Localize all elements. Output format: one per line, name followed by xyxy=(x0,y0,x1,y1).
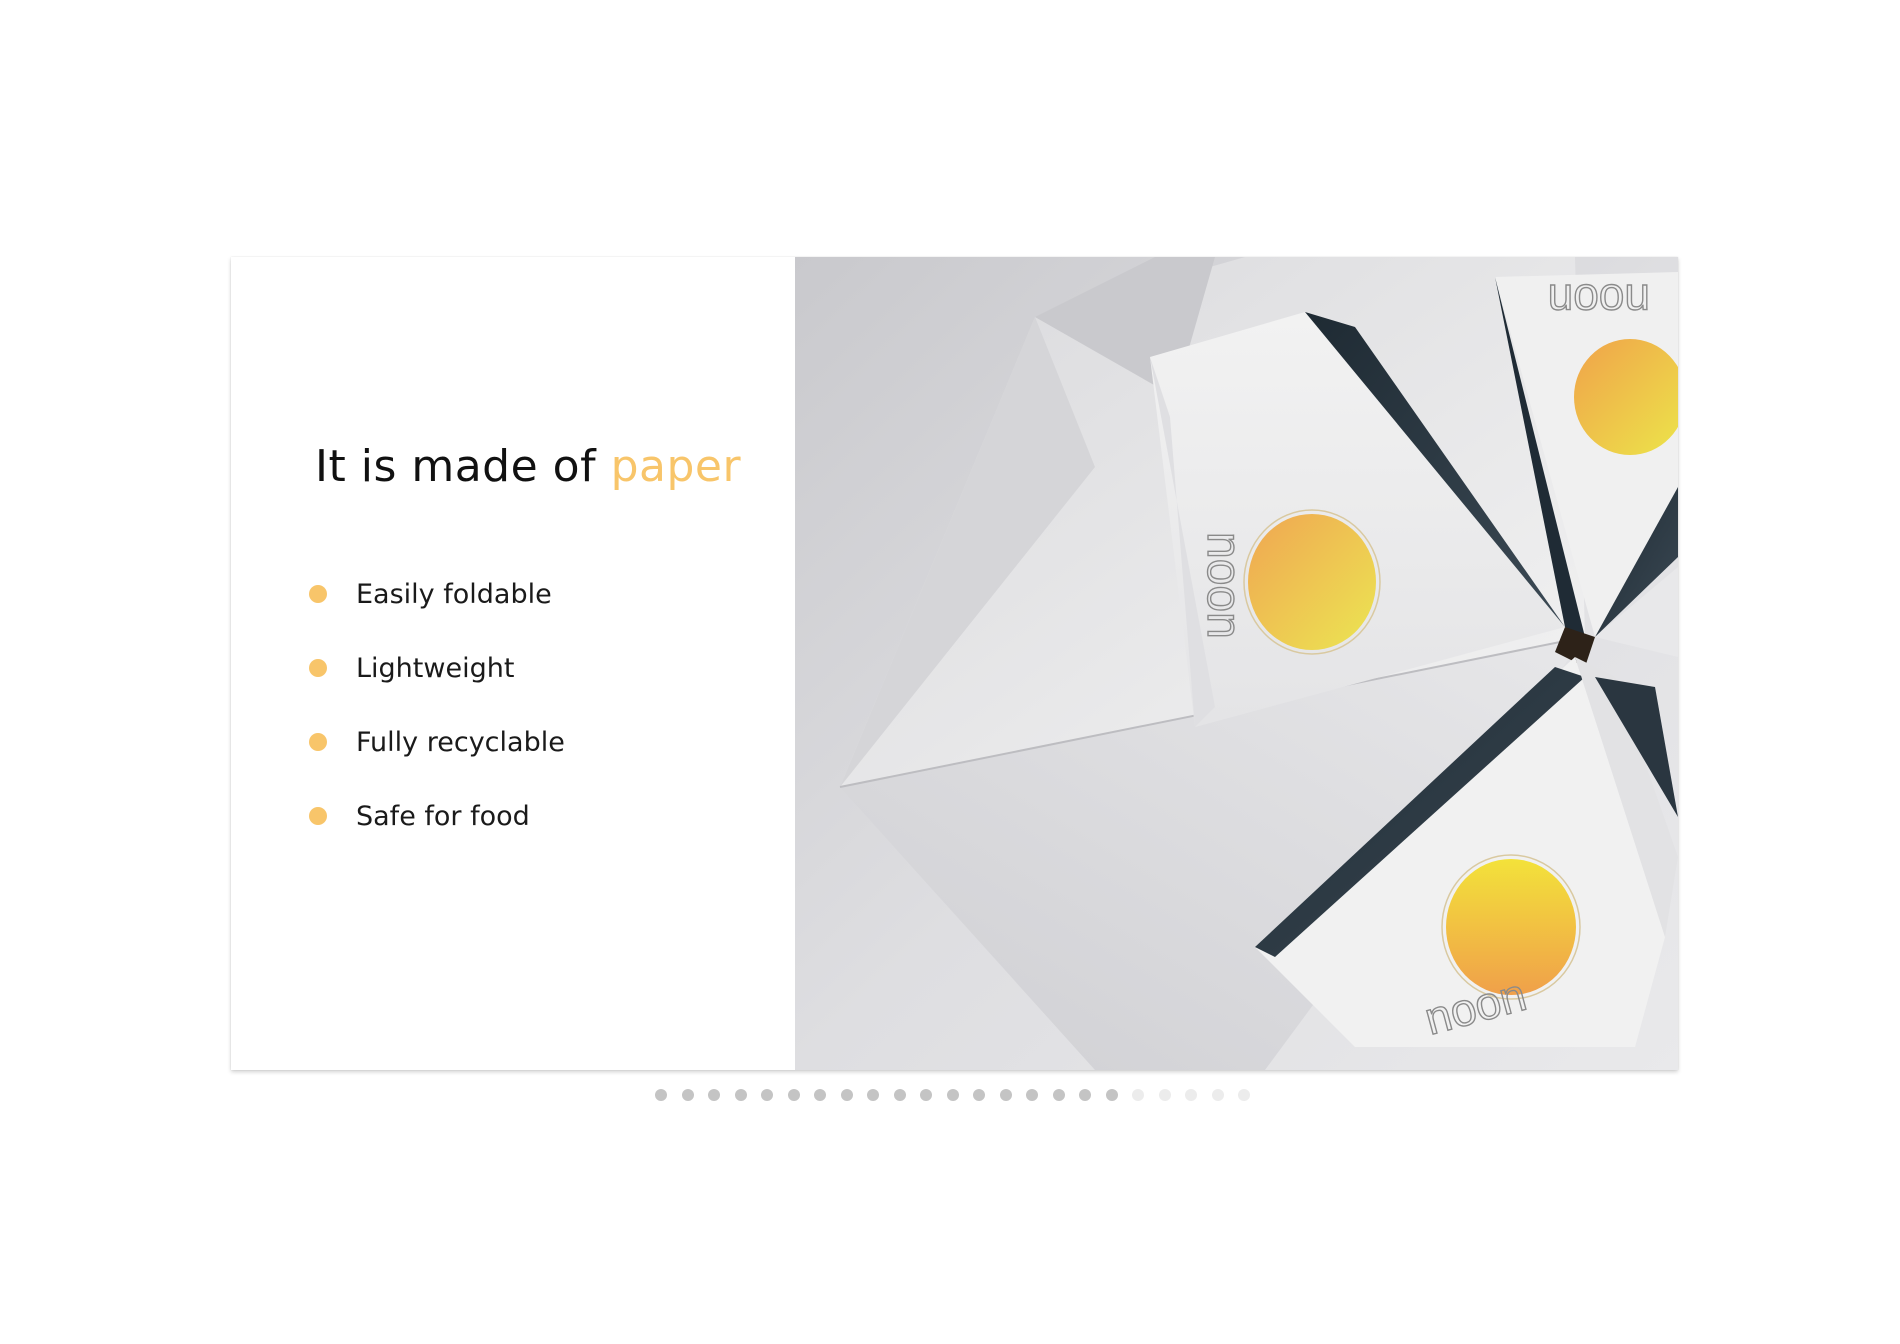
feature-label: Easily foldable xyxy=(356,578,552,610)
slide-title-main: It is made of xyxy=(315,441,611,492)
pagination-dot[interactable] xyxy=(708,1089,720,1101)
pagination-dot[interactable] xyxy=(1026,1089,1038,1101)
bullet-dot-icon xyxy=(309,659,327,677)
pagination-dot[interactable] xyxy=(999,1089,1012,1101)
slide-title-accent: paper xyxy=(610,441,742,492)
feature-item: Fully recyclable xyxy=(309,705,565,779)
feature-item: Easily foldable xyxy=(309,557,565,631)
slide-pagination xyxy=(655,1089,1250,1103)
pagination-dot[interactable] xyxy=(761,1089,773,1101)
presentation-viewer: It is made of paper Easily foldable Ligh… xyxy=(0,0,1900,1344)
slide-title: It is made of paper xyxy=(315,441,741,492)
photo-logo-text-1: noon xyxy=(1197,532,1250,639)
pagination-dot[interactable] xyxy=(893,1089,906,1101)
feature-label: Safe for food xyxy=(356,800,530,832)
feature-item: Lightweight xyxy=(309,631,565,705)
pagination-dot[interactable] xyxy=(1079,1089,1091,1101)
pagination-dot[interactable] xyxy=(1211,1089,1224,1101)
feature-item: Safe for food xyxy=(309,779,565,853)
pagination-dot[interactable] xyxy=(1105,1089,1118,1101)
pagination-dot[interactable] xyxy=(787,1089,800,1101)
feature-label: Lightweight xyxy=(356,652,515,684)
feature-label: Fully recyclable xyxy=(356,726,565,758)
pagination-dot[interactable] xyxy=(1052,1089,1065,1101)
pagination-dot[interactable] xyxy=(734,1089,747,1101)
pagination-dot[interactable] xyxy=(814,1089,826,1101)
pagination-dot[interactable] xyxy=(1185,1089,1197,1101)
pagination-dot[interactable] xyxy=(867,1089,879,1101)
feature-list: Easily foldable Lightweight Fully recycl… xyxy=(309,557,565,853)
pagination-dot[interactable] xyxy=(1238,1089,1250,1101)
bullet-dot-icon xyxy=(309,807,327,825)
pagination-dot[interactable] xyxy=(920,1089,932,1101)
bullet-dot-icon xyxy=(309,733,327,751)
slide-text-panel: It is made of paper Easily foldable Ligh… xyxy=(231,257,795,1070)
product-photo: noon noon noon xyxy=(795,257,1678,1070)
slide: It is made of paper Easily foldable Ligh… xyxy=(231,257,1678,1070)
pagination-dot[interactable] xyxy=(1132,1089,1144,1101)
pagination-dot[interactable] xyxy=(946,1089,959,1101)
pagination-dot[interactable] xyxy=(840,1089,853,1101)
pagination-dot[interactable] xyxy=(655,1089,667,1101)
pagination-dot[interactable] xyxy=(1158,1089,1171,1101)
pagination-dot[interactable] xyxy=(973,1089,985,1101)
pagination-dot[interactable] xyxy=(681,1089,694,1101)
bullet-dot-icon xyxy=(309,585,327,603)
photo-logo-text-2: noon xyxy=(1548,275,1650,327)
